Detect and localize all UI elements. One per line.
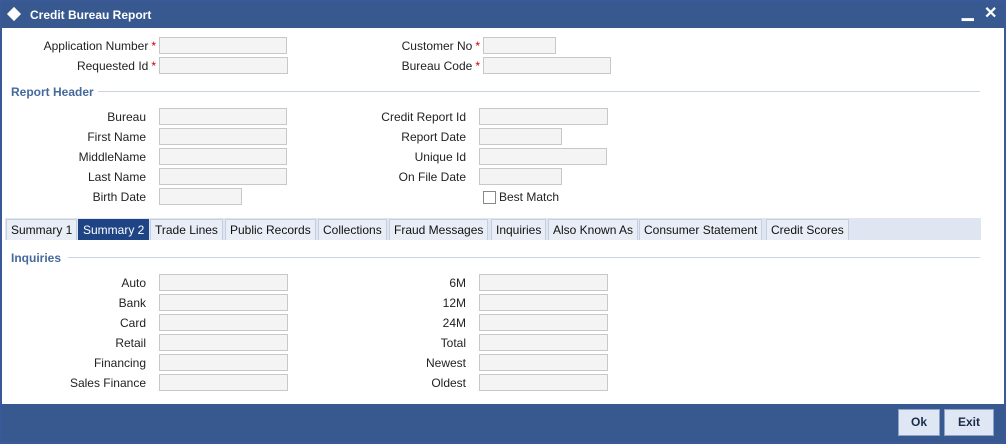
tab-consumer-statement[interactable]: Consumer Statement <box>639 219 763 240</box>
report-header-title: Report Header <box>11 85 94 99</box>
tab-public-records[interactable]: Public Records <box>225 219 316 240</box>
tab-credit-scores[interactable]: Credit Scores <box>766 219 849 240</box>
bureau-code-field[interactable] <box>483 57 611 74</box>
first-name-label: First Name <box>87 130 146 144</box>
inquiry-oldest-label: Oldest <box>431 376 466 390</box>
birth-date-label: Birth Date <box>92 190 146 204</box>
report-date-field[interactable] <box>479 128 562 145</box>
tab-also-known-as[interactable]: Also Known As <box>548 219 639 240</box>
inquiry-sales-finance-label: Sales Finance <box>69 376 146 390</box>
credit-bureau-report-window: Credit Bureau Report ▁ ✕ Application Num… <box>0 0 1006 444</box>
best-match-checkbox[interactable] <box>483 191 496 204</box>
requested-id-field[interactable] <box>159 57 288 74</box>
tab-summary-1[interactable]: Summary 1 <box>6 219 78 240</box>
application-number-field[interactable] <box>159 37 287 54</box>
inquiry-financing-field[interactable] <box>159 354 288 371</box>
minimize-icon[interactable]: ▁ <box>962 3 974 21</box>
window-diamond-icon <box>6 6 22 22</box>
window-title: Credit Bureau Report <box>30 8 152 22</box>
bureau-code-label: Bureau Code * <box>401 59 480 73</box>
on-file-date-field[interactable] <box>479 168 562 185</box>
tab-bar: Summary 1 Summary 2 Trade Lines Public R… <box>5 218 981 240</box>
credit-report-id-label: Credit Report Id <box>381 110 466 124</box>
inquiry-total-field[interactable] <box>479 334 608 351</box>
birth-date-field[interactable] <box>159 188 242 205</box>
middle-name-label: MiddleName <box>78 150 146 164</box>
inquiry-6m-field[interactable] <box>479 274 608 291</box>
customer-no-label: Customer No * <box>401 39 480 53</box>
inquiries-section-title: Inquiries <box>11 251 62 265</box>
credit-report-id-field[interactable] <box>479 108 608 125</box>
inquiry-auto-field[interactable] <box>159 274 288 291</box>
inquiry-oldest-field[interactable] <box>479 374 608 391</box>
inquiry-12m-label: 12M <box>442 296 466 310</box>
inquiry-card-field[interactable] <box>159 314 288 331</box>
application-number-label: Application Number * <box>43 39 156 53</box>
exit-button[interactable]: Exit <box>944 409 994 436</box>
tab-trade-lines[interactable]: Trade Lines <box>150 219 223 240</box>
last-name-field[interactable] <box>159 168 287 185</box>
unique-id-label: Unique Id <box>414 150 466 164</box>
tab-inquiries[interactable]: Inquiries <box>491 219 547 240</box>
inquiry-24m-label: 24M <box>442 316 466 330</box>
bureau-label: Bureau <box>107 110 146 124</box>
inquiries-divider <box>68 257 980 258</box>
inquiry-sales-finance-field[interactable] <box>159 374 288 391</box>
inquiry-newest-field[interactable] <box>479 354 608 371</box>
inquiry-total-label: Total <box>440 336 466 350</box>
requested-id-label: Requested Id * <box>76 59 156 73</box>
bureau-field[interactable] <box>159 108 287 125</box>
on-file-date-label: On File Date <box>398 170 466 184</box>
inquiry-bank-field[interactable] <box>159 294 288 311</box>
tab-fraud-messages[interactable]: Fraud Messages <box>389 219 489 240</box>
inquiry-6m-label: 6M <box>449 276 466 290</box>
inquiry-24m-field[interactable] <box>479 314 608 331</box>
inquiry-auto-label: Auto <box>121 276 146 290</box>
tab-summary-2[interactable]: Summary 2 <box>78 219 150 240</box>
inquiry-card-label: Card <box>119 316 146 330</box>
close-icon[interactable]: ✕ <box>984 3 997 23</box>
customer-no-field[interactable] <box>483 37 556 54</box>
ok-button[interactable]: Ok <box>898 409 940 436</box>
inquiry-retail-label: Retail <box>115 336 146 350</box>
report-header-divider <box>98 91 980 92</box>
unique-id-field[interactable] <box>479 148 607 165</box>
inquiry-12m-field[interactable] <box>479 294 608 311</box>
inquiry-newest-label: Newest <box>425 356 466 370</box>
tab-collections[interactable]: Collections <box>318 219 387 240</box>
title-bar: Credit Bureau Report ▁ ✕ <box>2 2 1004 28</box>
report-date-label: Report Date <box>401 130 466 144</box>
best-match-label: Best Match <box>499 190 560 204</box>
middle-name-field[interactable] <box>159 148 287 165</box>
footer-bar <box>2 404 1004 442</box>
inquiry-financing-label: Financing <box>93 356 146 370</box>
inquiry-bank-label: Bank <box>118 296 146 310</box>
inquiry-retail-field[interactable] <box>159 334 288 351</box>
first-name-field[interactable] <box>159 128 287 145</box>
last-name-label: Last Name <box>87 170 146 184</box>
